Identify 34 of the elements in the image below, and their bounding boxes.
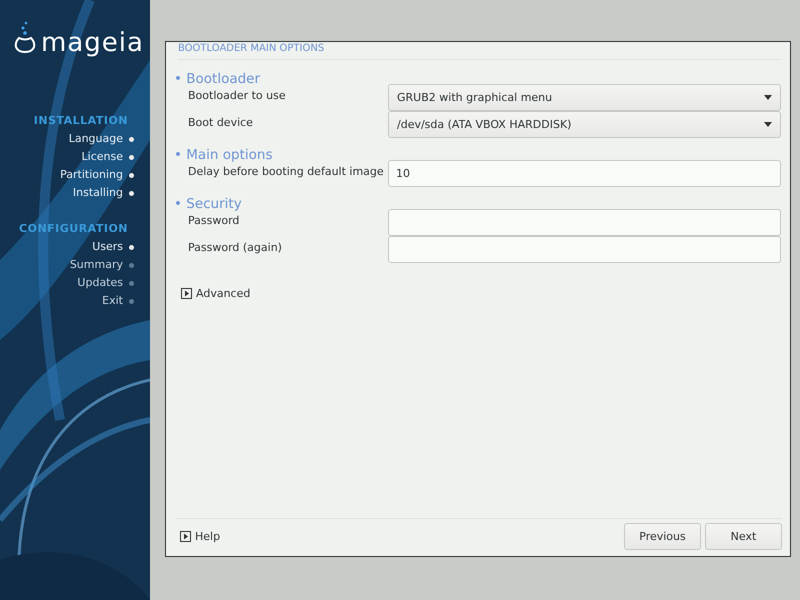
- logo-text: mageia: [41, 30, 144, 56]
- step-label: Users: [92, 239, 123, 255]
- caret-icon: [764, 122, 772, 127]
- field-label: Password (again): [187, 240, 283, 256]
- step-label: License: [82, 149, 123, 165]
- step-label: Exit: [102, 293, 123, 309]
- section-heading: • Security: [174, 195, 243, 213]
- input-field[interactable]: [388, 209, 781, 236]
- nav-button[interactable]: Next: [705, 523, 782, 550]
- field-label: Delay before booting default image: [187, 164, 385, 180]
- field-label: Boot device: [187, 115, 254, 131]
- expander-icon: [181, 288, 192, 299]
- step-label: Partitioning: [60, 167, 123, 183]
- nav-button[interactable]: Previous: [624, 523, 701, 550]
- dropdown[interactable]: GRUB2 with graphical menu: [388, 84, 781, 111]
- input-field[interactable]: 10: [388, 160, 781, 187]
- step-label: Summary: [70, 257, 123, 273]
- field-label: Bootloader to use: [187, 88, 287, 104]
- page-title: BOOTLOADER MAIN OPTIONS: [177, 42, 326, 55]
- help-expander[interactable]: Help: [180, 530, 220, 543]
- step-label: Language: [68, 131, 123, 147]
- step-group-title: INSTALLATION: [34, 113, 128, 129]
- cauldron-icon: [14, 20, 36, 54]
- section-heading: • Bootloader: [174, 70, 262, 88]
- step-label: Updates: [77, 275, 123, 291]
- step-label: Installing: [72, 185, 123, 201]
- advanced-expander[interactable]: Advanced: [181, 287, 250, 300]
- section-heading: • Main options: [174, 146, 274, 164]
- dropdown[interactable]: /dev/sda (ATA VBOX HARDDISK): [388, 111, 781, 138]
- step-group-title: CONFIGURATION: [19, 221, 128, 237]
- caret-icon: [764, 95, 772, 100]
- expander-icon: [180, 531, 191, 542]
- field-label: Password: [187, 213, 240, 229]
- input-field[interactable]: [388, 236, 781, 263]
